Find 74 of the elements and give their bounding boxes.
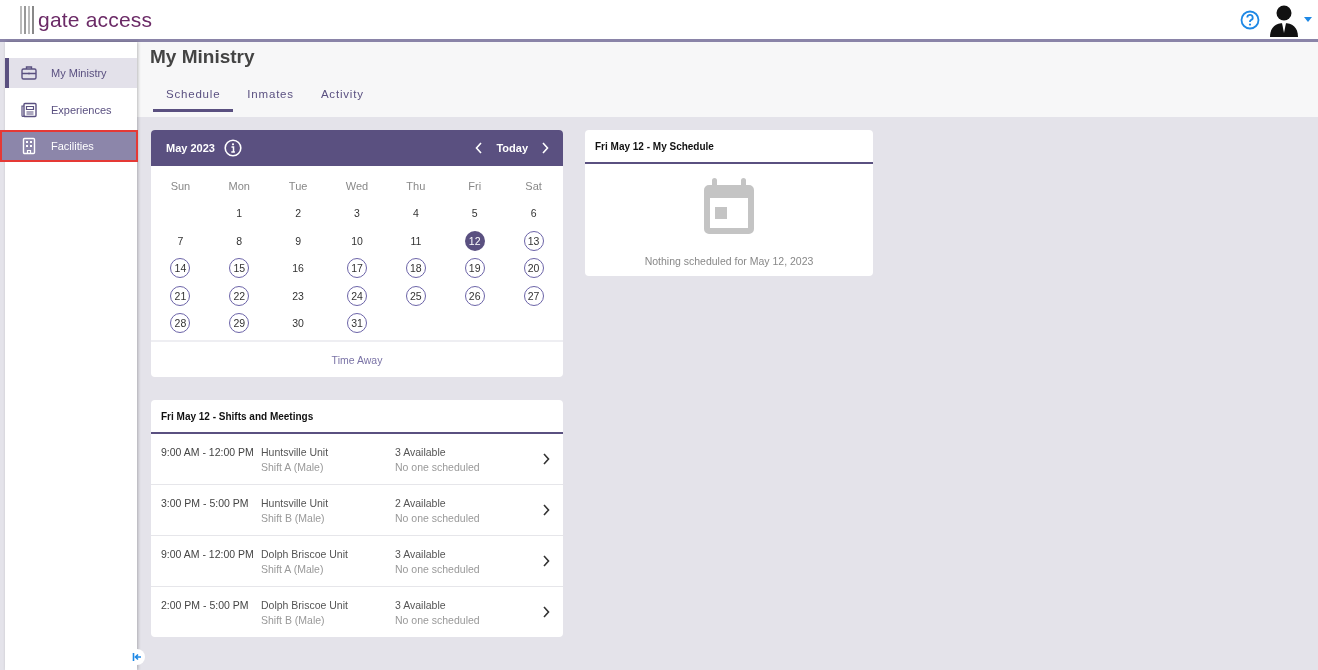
sidebar-item[interactable]: My Ministry <box>5 58 137 88</box>
availability-text: 2 Available <box>395 496 447 509</box>
weekday-label: Fri <box>467 178 483 194</box>
scheduled-text: No one scheduled <box>395 562 481 575</box>
unit-name: Huntsville Unit <box>261 496 330 509</box>
calendar-day[interactable]: 8 <box>229 230 250 251</box>
calendar-day[interactable]: 2 <box>288 203 309 224</box>
calendar-day[interactable]: 4 <box>405 203 426 224</box>
collapse-icon[interactable] <box>129 649 145 665</box>
calendar-day[interactable]: 10 <box>347 230 367 251</box>
card-title: Fri May 12 - Shifts and Meetings <box>151 400 563 434</box>
calendar-icon <box>704 178 754 234</box>
unit-name: Huntsville Unit <box>261 445 330 458</box>
tab[interactable]: Inmates <box>234 84 307 112</box>
newspaper-icon <box>20 100 38 119</box>
card-title: Fri May 12 - My Schedule <box>585 130 873 164</box>
chevron-right-icon <box>542 555 550 567</box>
shift-row[interactable]: 9:00 AM - 12:00 PM Huntsville Unit Shift A (Male) 3 Available No one scheduled <box>151 434 563 485</box>
tab[interactable]: Activity <box>307 84 377 112</box>
shift-time: 9:00 AM - 12:00 PM <box>161 446 255 458</box>
shift-name: Shift A (Male) <box>261 562 325 575</box>
calendar-day[interactable]: 5 <box>464 203 485 224</box>
availability-text: 3 Available <box>395 445 447 458</box>
previous-icon[interactable] <box>475 142 484 154</box>
scheduled-text: No one scheduled <box>395 460 481 473</box>
weekday-label: Sat <box>524 178 543 194</box>
calendar-day[interactable]: 1 <box>229 203 250 224</box>
calendar-day[interactable]: 11 <box>405 230 426 251</box>
weekday-label: Mon <box>227 178 251 194</box>
time-away-link[interactable]: Time Away <box>331 353 383 366</box>
bars-logo-icon <box>20 5 36 34</box>
shift-name: Shift B (Male) <box>261 511 326 524</box>
info-icon[interactable] <box>223 139 242 157</box>
shift-time: 9:00 AM - 12:00 PM <box>161 548 255 560</box>
calendar-day[interactable]: 23 <box>288 285 309 306</box>
availability-text: 3 Available <box>395 598 447 611</box>
chevron-right-icon <box>542 453 550 465</box>
shift-time: 3:00 PM - 5:00 PM <box>161 497 250 509</box>
chevron-right-icon <box>542 606 550 618</box>
month-label: May 2023 <box>166 142 215 154</box>
weekday-label: Thu <box>405 178 427 194</box>
calendar-day[interactable]: 3 <box>347 203 367 224</box>
shift-name: Shift A (Male) <box>261 460 325 473</box>
next-icon[interactable] <box>541 142 549 154</box>
briefcase-icon <box>20 64 38 82</box>
empty-message: Nothing scheduled for May 12, 2023 <box>644 255 814 267</box>
building-icon <box>20 137 38 155</box>
shift-row[interactable]: 2:00 PM - 5:00 PM Dolph Briscoe Unit Shift B (Male) 3 Available No one scheduled <box>151 587 563 637</box>
calendar-day[interactable]: 7 <box>170 230 191 251</box>
shift-time: 2:00 PM - 5:00 PM <box>161 599 250 611</box>
shift-row[interactable]: 3:00 PM - 5:00 PM Huntsville Unit Shift B (Male) 2 Available No one scheduled <box>151 485 563 536</box>
calendar-day[interactable]: 6 <box>523 203 544 224</box>
unit-name: Dolph Briscoe Unit <box>261 547 349 560</box>
shift-row[interactable]: 9:00 AM - 12:00 PM Dolph Briscoe Unit Shift A (Male) 3 Available No one scheduled <box>151 536 563 587</box>
sidebar-item[interactable]: Experiences <box>5 94 137 125</box>
scheduled-text: No one scheduled <box>395 613 481 626</box>
logo-text[interactable]: gate access <box>38 7 153 32</box>
calendar-day[interactable]: 16 <box>288 258 309 279</box>
unit-name: Dolph Briscoe Unit <box>261 598 349 611</box>
weekday-label: Sun <box>169 178 192 194</box>
weekday-label: Wed <box>344 178 370 194</box>
caret-icon[interactable] <box>1304 17 1312 22</box>
shift-name: Shift B (Male) <box>261 613 326 626</box>
calendar-day[interactable]: 12 <box>464 230 485 251</box>
page-title: My Ministry <box>150 46 256 68</box>
availability-text: 3 Available <box>395 547 447 560</box>
today-button[interactable]: Today <box>496 142 528 154</box>
chevron-right-icon <box>542 504 550 516</box>
weekday-label: Tue <box>287 178 309 194</box>
help-icon[interactable] <box>1240 9 1260 30</box>
tab[interactable]: Schedule <box>153 84 234 112</box>
calendar-day[interactable]: 30 <box>288 313 309 334</box>
scheduled-text: No one scheduled <box>395 511 481 524</box>
calendar-day[interactable]: 9 <box>288 230 309 251</box>
